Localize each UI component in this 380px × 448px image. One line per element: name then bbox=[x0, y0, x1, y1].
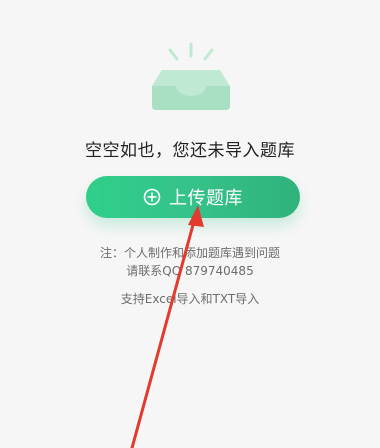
supported-formats-text: 支持Excel导入和TXT导入 bbox=[120, 292, 260, 306]
help-note: 注：个人制作和添加题库遇到问题 请联系QQ 879740485 bbox=[0, 244, 380, 280]
empty-state-title: 空空如也，您还未导入题库 bbox=[85, 141, 295, 161]
empty-inbox-icon bbox=[152, 42, 230, 110]
upload-question-bank-button[interactable]: 上传题库 bbox=[86, 176, 300, 218]
plus-circle-icon bbox=[143, 188, 161, 206]
upload-button-label: 上传题库 bbox=[169, 188, 243, 209]
empty-question-bank-screen: 空空如也，您还未导入题库 上传题库 注：个人制作和添加题库遇到问题 请联系QQ … bbox=[0, 0, 380, 448]
help-note-line-2: 请联系QQ 879740485 bbox=[126, 264, 254, 278]
help-note-line-1: 注：个人制作和添加题库遇到问题 bbox=[99, 246, 280, 260]
